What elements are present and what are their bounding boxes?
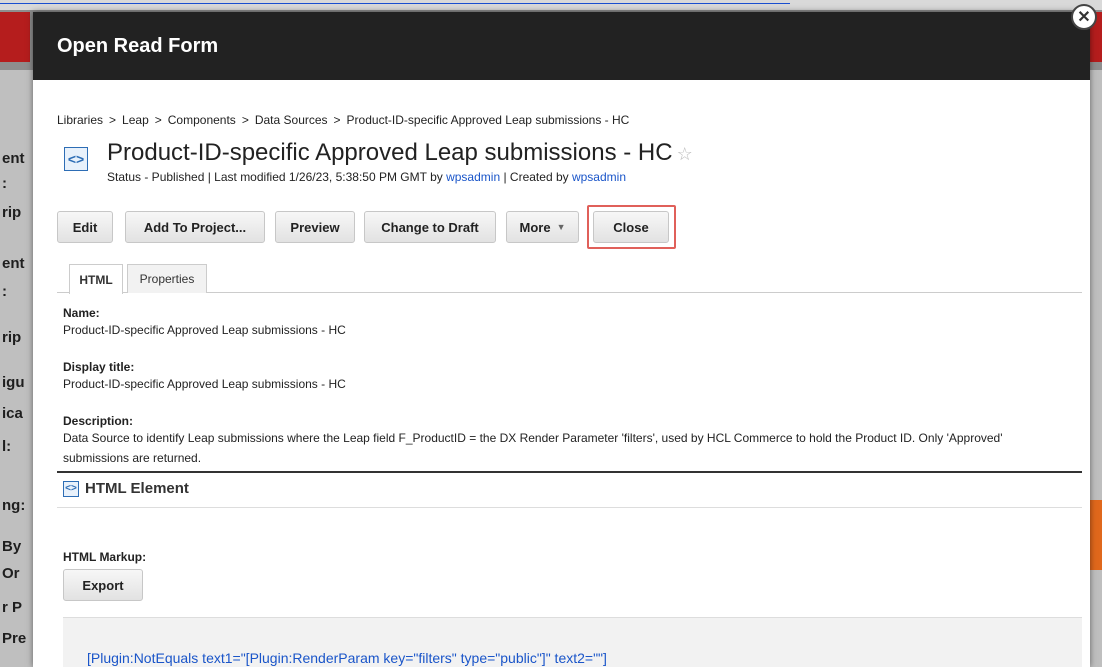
- dialog-close-icon[interactable]: ✕: [1071, 4, 1097, 30]
- document-status: Status - Published | Last modified 1/26/…: [107, 170, 626, 184]
- background-text: igu: [2, 374, 25, 391]
- export-button[interactable]: Export: [63, 569, 143, 601]
- document-title-text: Product-ID-specific Approved Leap submis…: [107, 139, 673, 166]
- section-underline: [57, 507, 1082, 508]
- breadcrumb-item-components[interactable]: Components: [168, 113, 236, 127]
- preview-button[interactable]: Preview: [275, 211, 355, 243]
- close-button[interactable]: Close: [593, 211, 669, 243]
- description-value: Data Source to identify Leap submissions…: [63, 431, 1003, 465]
- breadcrumb-separator: >: [109, 113, 117, 127]
- background-text: rip: [2, 204, 22, 221]
- tab-bar: HTML Properties: [57, 264, 1082, 294]
- breadcrumb-item-current: Product-ID-specific Approved Leap submis…: [346, 113, 630, 127]
- edit-button[interactable]: Edit: [57, 211, 113, 243]
- add-to-project-button[interactable]: Add To Project...: [125, 211, 265, 243]
- background-link-underline: [0, 0, 790, 4]
- dialog-title: Open Read Form: [57, 34, 219, 57]
- background-text: Or: [2, 565, 20, 582]
- background-logo: [0, 12, 30, 62]
- document-title: Product-ID-specific Approved Leap submis…: [107, 139, 693, 167]
- html-element-title: HTML Element: [85, 480, 189, 497]
- background-text: l:: [2, 438, 12, 455]
- markup-text: [Plugin:NotEquals text1="[Plugin:RenderP…: [87, 650, 607, 666]
- background-text: :: [2, 175, 7, 192]
- dialog-header: Open Read Form: [33, 12, 1090, 80]
- breadcrumb-item-libraries[interactable]: Libraries: [57, 113, 103, 127]
- more-label: More: [519, 219, 551, 235]
- breadcrumb: Libraries > Leap > Components > Data Sources > P…: [57, 113, 629, 127]
- description-label: Description:: [63, 414, 134, 428]
- dialog-content: Libraries > Leap > Components > Data Sources > P…: [57, 80, 1082, 667]
- read-form-dialog: Open Read Form Libraries > Leap > Components…: [33, 12, 1090, 667]
- background-text: ica: [2, 405, 23, 422]
- created-by-link[interactable]: wpsadmin: [572, 170, 626, 184]
- background-text: rip: [2, 329, 22, 346]
- display-title-label: Display title:: [63, 360, 135, 374]
- background-text: ng:: [2, 497, 26, 514]
- breadcrumb-separator: >: [333, 113, 341, 127]
- created-text: | Created by: [503, 170, 569, 184]
- breadcrumb-separator: >: [154, 113, 162, 127]
- background-text: :: [2, 283, 7, 300]
- change-to-draft-button[interactable]: Change to Draft: [364, 211, 496, 243]
- html-element-heading: <> HTML Element: [63, 480, 189, 497]
- breadcrumb-item-leap[interactable]: Leap: [122, 113, 149, 127]
- markup-preview: [Plugin:NotEquals text1="[Plugin:RenderP…: [63, 617, 1082, 667]
- modified-by-link[interactable]: wpsadmin: [446, 170, 500, 184]
- breadcrumb-separator: >: [241, 113, 249, 127]
- background-text: Pre: [2, 630, 27, 647]
- tab-properties[interactable]: Properties: [127, 264, 207, 293]
- background-text: ent: [2, 255, 25, 272]
- background-text: By: [2, 538, 22, 555]
- code-brackets-icon: <>: [63, 480, 79, 497]
- html-markup-label: HTML Markup:: [63, 550, 147, 564]
- code-brackets-icon: <>: [64, 147, 88, 171]
- background-orange-tab: [1090, 500, 1102, 570]
- background-text: r P: [2, 599, 23, 616]
- more-button[interactable]: More ▼: [506, 211, 579, 243]
- section-divider: [57, 471, 1082, 473]
- name-value: Product-ID-specific Approved Leap submis…: [63, 323, 346, 337]
- favorite-star-icon[interactable]: ☆: [677, 144, 693, 164]
- status-text: Status - Published | Last modified 1/26/…: [107, 170, 443, 184]
- tab-html[interactable]: HTML: [69, 264, 123, 294]
- breadcrumb-item-data-sources[interactable]: Data Sources: [255, 113, 328, 127]
- chevron-down-icon: ▼: [556, 222, 566, 232]
- name-label: Name:: [63, 306, 100, 320]
- display-title-value: Product-ID-specific Approved Leap submis…: [63, 377, 346, 391]
- background-text: ent: [2, 150, 25, 167]
